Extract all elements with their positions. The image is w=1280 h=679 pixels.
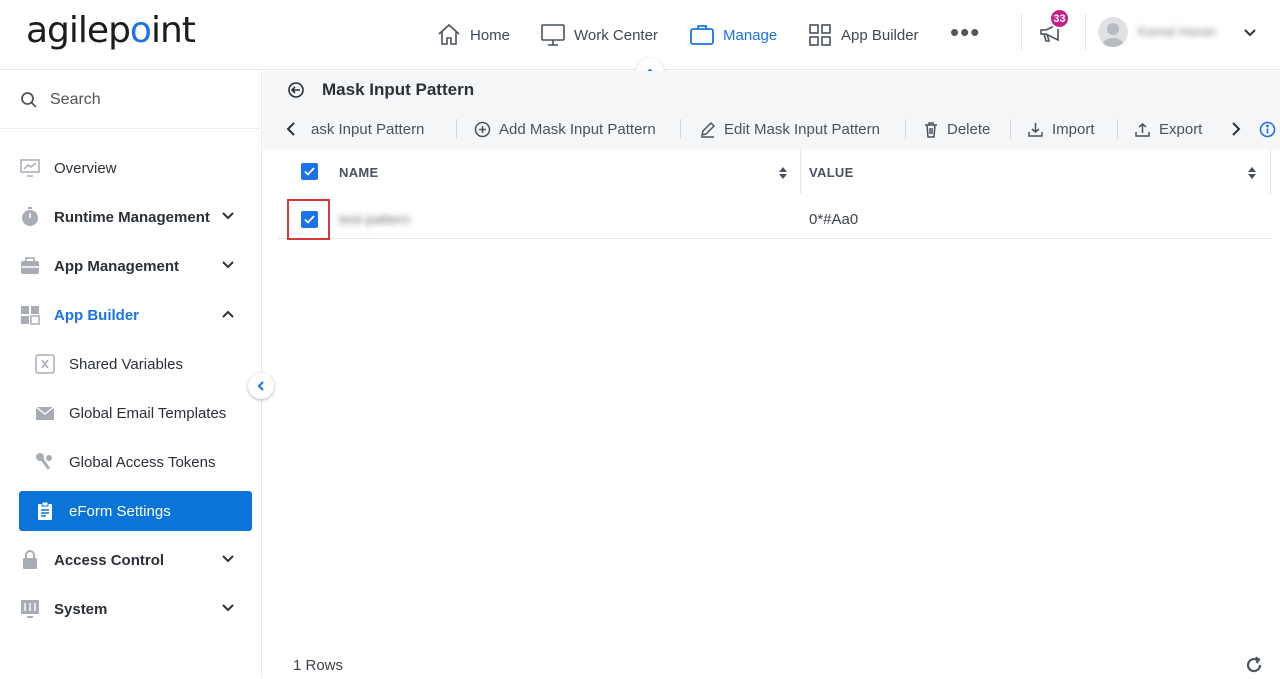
chevron-left-icon [286, 122, 295, 136]
sidebar-item-eform-settings[interactable]: eForm Settings [19, 491, 252, 531]
stopwatch-icon [22, 207, 38, 226]
nav-work-center[interactable]: Work Center [540, 0, 658, 70]
cell-name: test-pattern [339, 211, 410, 227]
user-name[interactable]: Kamal Hasan [1138, 24, 1216, 39]
sidebar-item-overview[interactable]: Overview [0, 148, 261, 188]
chevron-down-icon[interactable] [1243, 26, 1257, 45]
divider [1117, 119, 1118, 139]
agilepoint-logo[interactable]: agilepoint [26, 10, 196, 51]
envelope-icon [35, 406, 55, 420]
scroll-left-button[interactable] [285, 118, 297, 140]
checkmark-icon [304, 215, 315, 224]
scroll-right-button[interactable] [1230, 118, 1242, 140]
select-all-checkbox[interactable] [301, 163, 318, 180]
briefcase-icon [690, 25, 714, 45]
plus-circle-icon [474, 121, 491, 137]
chevron-down-icon [222, 261, 234, 269]
variable-icon [35, 354, 55, 374]
table-row[interactable] [278, 198, 1272, 239]
nav-manage[interactable]: Manage [689, 0, 777, 70]
chevron-down-icon [222, 555, 234, 563]
edit-pattern-button[interactable]: Edit Mask Input Pattern [699, 118, 880, 140]
breadcrumb[interactable]: ask Input Pattern [311, 118, 424, 140]
divider [1010, 119, 1011, 139]
download-icon [1028, 122, 1043, 137]
home-icon [438, 23, 460, 45]
sidebar-item-runtime-management[interactable]: Runtime Management [0, 197, 261, 237]
info-icon [1259, 121, 1276, 137]
keys-icon [36, 453, 52, 470]
sidebar-item-access-control[interactable]: Access Control [0, 540, 261, 580]
info-button[interactable] [1259, 118, 1276, 140]
column-divider [1270, 149, 1271, 194]
sidebar-item-global-access-tokens[interactable]: Global Access Tokens [0, 442, 261, 482]
sliders-icon [21, 600, 39, 618]
column-header-name[interactable]: NAME [339, 165, 378, 180]
sidebar-item-global-email-templates[interactable]: Global Email Templates [0, 393, 261, 433]
divider [456, 119, 457, 139]
page-title: Mask Input Pattern [322, 80, 475, 99]
sort-icon[interactable] [1248, 166, 1256, 184]
divider [1085, 14, 1086, 50]
sidebar-item-shared-variables[interactable]: Shared Variables [0, 344, 261, 384]
sidebar-item-system[interactable]: System [0, 589, 261, 629]
delete-button[interactable]: Delete [923, 118, 990, 140]
clipboard-icon [38, 501, 52, 520]
monitor-icon [541, 24, 565, 46]
upload-icon [1135, 122, 1150, 137]
cell-value: 0*#Aa0 [809, 211, 859, 228]
divider [905, 119, 906, 139]
chevron-left-icon [257, 381, 264, 391]
sidebar-item-app-builder[interactable]: App Builder [0, 295, 261, 335]
back-arrow-icon[interactable] [288, 82, 304, 103]
pencil-icon [700, 121, 716, 138]
chevron-down-icon [222, 212, 234, 220]
column-header-value[interactable]: VALUE [809, 165, 854, 180]
avatar[interactable] [1098, 17, 1128, 47]
sidebar-item-app-management[interactable]: App Management [0, 246, 261, 286]
sort-icon[interactable] [779, 166, 787, 184]
divider [1021, 14, 1022, 50]
checkmark-icon [304, 167, 315, 176]
lock-icon [23, 550, 37, 569]
notification-badge: 33 [1049, 8, 1070, 29]
more-icon[interactable]: ••• [950, 19, 980, 45]
collapse-sidebar-button[interactable] [248, 373, 274, 399]
search-icon [21, 91, 37, 108]
export-button[interactable]: Export [1134, 118, 1202, 140]
refresh-icon[interactable] [1245, 656, 1263, 679]
grid-header [278, 149, 1272, 194]
chevron-down-icon [222, 604, 234, 612]
add-pattern-button[interactable]: Add Mask Input Pattern [474, 118, 656, 140]
nav-home[interactable]: Home [436, 0, 510, 70]
toolbox-icon [21, 257, 39, 274]
chart-monitor-icon [20, 159, 40, 177]
trash-icon [925, 121, 937, 138]
app-grid-icon [21, 306, 40, 325]
nav-app-builder[interactable]: App Builder [807, 0, 919, 70]
chevron-right-icon [1232, 122, 1241, 136]
import-button[interactable]: Import [1027, 118, 1095, 140]
row-count: 1 Rows [293, 657, 344, 674]
chevron-up-icon [222, 310, 234, 318]
sidebar-search[interactable]: Search [0, 71, 261, 129]
top-bar: agilepoint Home Work Center Manage App B… [0, 0, 1280, 70]
column-divider[interactable] [800, 149, 801, 194]
divider [680, 119, 681, 139]
search-placeholder: Search [50, 90, 101, 108]
grid-icon [809, 24, 831, 46]
row-checkbox[interactable] [301, 211, 318, 228]
